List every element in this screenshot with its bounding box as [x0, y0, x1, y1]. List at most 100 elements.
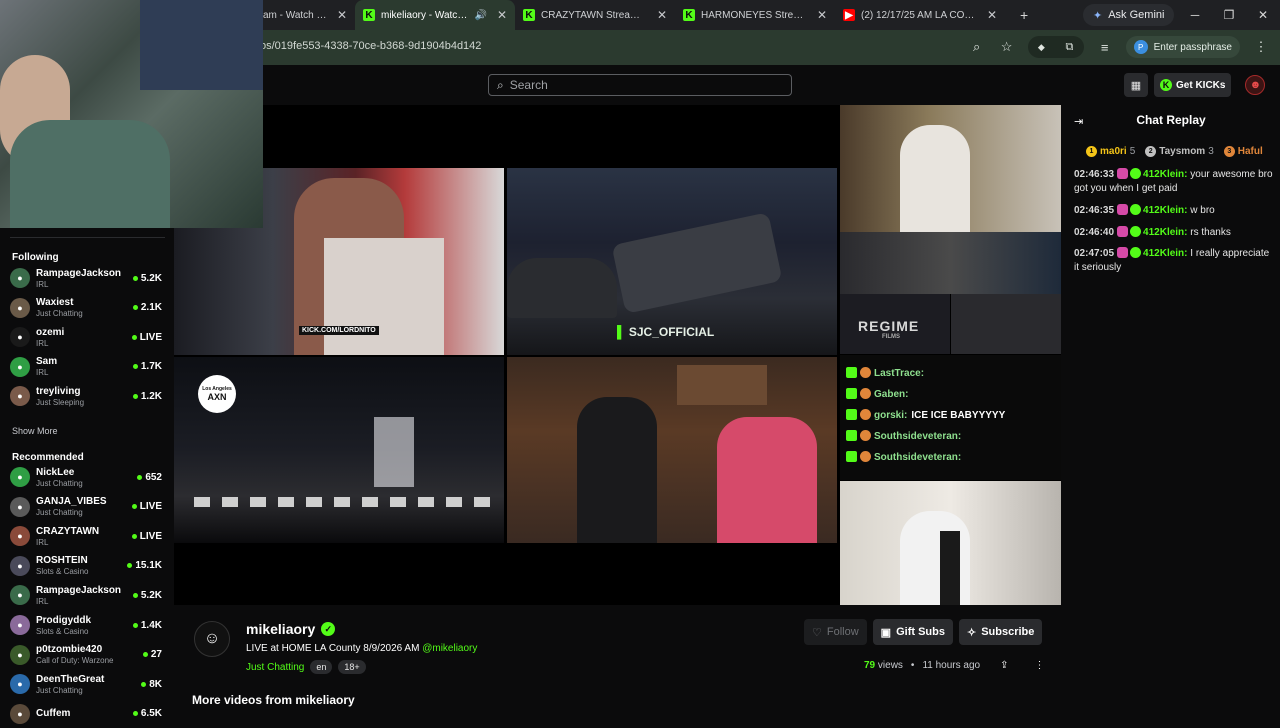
sidebar-channel-text: Cuffem: [36, 708, 133, 720]
tag-language[interactable]: en: [310, 660, 333, 674]
sidebar-channel-item[interactable]: ● Prodigyddk Slots & Casino 1.4K: [10, 611, 162, 639]
tab-close-icon[interactable]: ✕: [817, 8, 827, 22]
channel-avatar[interactable]: ☺: [194, 621, 230, 657]
channel-handle-link[interactable]: @mikeliaory: [422, 643, 477, 654]
follow-button[interactable]: ♡ Follow: [804, 619, 867, 645]
passphrase-button[interactable]: P Enter passphrase: [1125, 36, 1240, 58]
viewer-count: 1.7K: [132, 361, 162, 372]
overlay-chat-user: Southsideveteran:: [874, 452, 962, 463]
viewer-count-value: 5.2K: [140, 589, 162, 601]
meta-separator: •: [910, 660, 915, 671]
video-player[interactable]: KICK.COM/LORDNITO ▌ SJC_OFFICIAL Los Ang…: [174, 105, 1061, 605]
sidebar-channel-item[interactable]: ● Cuffem 6.5K: [10, 700, 162, 728]
ask-gemini-label: Ask Gemini: [1108, 9, 1165, 21]
top-gifter[interactable]: 2 Taysmom 3: [1145, 145, 1214, 157]
browser-tab[interactable]: ▶ (2) 12/17/25 AM LA COUNT ✕: [835, 0, 1005, 30]
sidebar-channel-item[interactable]: ● p0tzombie420 Call of Duty: Warzone 27: [10, 641, 162, 669]
top-gifter[interactable]: 3 Haful: [1223, 145, 1266, 157]
user-avatar[interactable]: ☻: [1245, 75, 1266, 95]
channel-avatar: ●: [10, 467, 30, 487]
new-tab-button[interactable]: +: [1020, 7, 1028, 23]
get-kicks-label: Get KICKs: [1176, 79, 1226, 91]
sidebar-channel-item[interactable]: ● RampageJackson IRL 5.2K: [10, 581, 162, 609]
sidebar-channel-item[interactable]: ● ozemi IRL LIVE: [10, 323, 162, 351]
tab-close-icon[interactable]: ✕: [337, 8, 347, 22]
live-dot-icon: [132, 393, 138, 399]
browser-tab[interactable]: K CRAZYTAWN Stream - Watc ✕: [515, 0, 675, 30]
more-options-icon[interactable]: ⋮: [1034, 660, 1044, 671]
viewer-count-value: 27: [150, 649, 162, 661]
passphrase-label: Enter passphrase: [1153, 41, 1232, 53]
sidebar-channel-item[interactable]: ● RampageJackson IRL 5.2K: [10, 264, 162, 292]
zoom-search-icon[interactable]: ⌕: [968, 39, 986, 55]
live-dot-icon: [132, 711, 138, 717]
tab-close-icon[interactable]: ✕: [657, 8, 667, 22]
extensions-pill[interactable]: ◆ ⧉: [1027, 36, 1084, 58]
sidebar-channel-name: ROSHTEIN: [36, 555, 88, 567]
channel-name-row: mikeliaory ✓: [246, 621, 336, 637]
ask-gemini-button[interactable]: ✦ Ask Gemini: [1083, 4, 1175, 26]
channel-name[interactable]: mikeliaory: [246, 621, 315, 637]
overlay-chat-user: Gaben:: [874, 389, 909, 400]
browser-tab[interactable]: am - Watch Live c ✕: [255, 0, 355, 30]
tab-close-icon[interactable]: ✕: [987, 8, 997, 22]
sidebar-channel-item[interactable]: ● treyliving Just Sleeping 1.2K: [10, 382, 162, 410]
gift-subs-button[interactable]: ▣ Gift Subs: [872, 619, 953, 645]
subscribe-button[interactable]: ✧ Subscribe: [958, 619, 1043, 645]
get-kicks-button[interactable]: K Get KICKs: [1154, 73, 1232, 97]
chat-username[interactable]: 412Klein:: [1143, 248, 1187, 259]
share-icon[interactable]: ⇪: [1000, 660, 1008, 671]
sidebar-channel-item[interactable]: ● DeenTheGreat Just Chatting 8K: [10, 670, 162, 698]
search-input[interactable]: ⌕ Search: [488, 74, 792, 96]
channel-actions: ♡ Follow ▣ Gift Subs ✧ Subscribe: [804, 619, 1043, 645]
url-text[interactable]: os/019fe553-4338-70ce-b368-9d1904b4d142: [260, 40, 481, 52]
sidebar-channel-text: Sam IRL: [36, 356, 133, 377]
sidebar-channel-item[interactable]: ● NickLee Just Chatting 652: [10, 463, 162, 491]
browser-tab[interactable]: K HARMONEYES Stream - Wa ✕: [675, 0, 835, 30]
viewer-count-value: 5.2K: [140, 272, 162, 284]
video-tile-stream-4: [507, 357, 837, 543]
sidebar-channel-item[interactable]: ● ROSHTEIN Slots & Casino 15.1K: [10, 552, 162, 580]
sidebar-channel-item[interactable]: ● CRAZYTAWN IRL LIVE: [10, 522, 162, 550]
follow-label: Follow: [826, 626, 859, 638]
close-window-icon[interactable]: ✕: [1246, 8, 1280, 22]
bookmark-star-icon[interactable]: ☆: [998, 39, 1016, 55]
sidebar-channel-item[interactable]: ● Waxiest Just Chatting 2.1K: [10, 294, 162, 322]
restore-icon[interactable]: ❐: [1212, 8, 1246, 22]
overlay-badge-icon: [846, 388, 857, 399]
chat-message: 02:46:33 412Klein: your awesome bro got y…: [1074, 168, 1274, 196]
menu-kebab-icon[interactable]: ⋮: [1252, 39, 1270, 55]
media-control-icon[interactable]: ≡: [1096, 40, 1114, 55]
overlay-badge-icon: [846, 451, 857, 462]
films-title: REGIME: [858, 318, 920, 334]
browser-tab[interactable]: Kmikeliaory - Watch the 🔊 ✕: [355, 0, 515, 30]
kick-url-overlay: KICK.COM/LORDNITO: [299, 326, 379, 335]
sidebar-channel-item[interactable]: ● GANJA_VIBES Just Chatting LIVE: [10, 493, 162, 521]
overlay-chat-line: Gaben:: [846, 388, 912, 400]
puzzle-icon[interactable]: ⧉: [1065, 41, 1073, 54]
subscribe-label: Subscribe: [981, 626, 1035, 638]
video-tile-stream-6: [840, 232, 1061, 294]
tab-close-icon[interactable]: ✕: [497, 8, 507, 22]
overlay-badge-icon: [860, 367, 871, 378]
viewer-count: 2.1K: [132, 302, 162, 313]
tab-title: HARMONEYES Stream - Wa: [701, 9, 807, 21]
chat-username[interactable]: 412Klein:: [1143, 205, 1187, 216]
sidebar-channel-text: p0tzombie420 Call of Duty: Warzone: [36, 644, 143, 665]
tab-audio-icon[interactable]: 🔊: [474, 10, 486, 21]
sidebar: Following ● RampageJackson IRL 5.2K ● Waxiest…: [0, 228, 172, 724]
layout-toggle-button[interactable]: ▦: [1124, 73, 1148, 97]
tag-age[interactable]: 18+: [338, 660, 366, 674]
minimize-icon[interactable]: ─: [1178, 8, 1212, 22]
chat-username[interactable]: 412Klein:: [1143, 169, 1187, 180]
chat-username[interactable]: 412Klein:: [1143, 227, 1187, 238]
live-dot-icon: [132, 622, 138, 628]
sidebar-channel-item[interactable]: ● Sam IRL 1.7K: [10, 353, 162, 381]
stream-tags: Just Chatting en 18+: [246, 660, 366, 674]
top-gifter[interactable]: 1 ma0ri 5: [1086, 145, 1135, 157]
search-icon: ⌕: [497, 77, 504, 92]
extension-icon[interactable]: ◆: [1038, 42, 1045, 53]
show-more-link[interactable]: Show More: [12, 426, 58, 436]
category-link[interactable]: Just Chatting: [246, 662, 304, 673]
viewer-count-value: 8K: [149, 678, 162, 690]
